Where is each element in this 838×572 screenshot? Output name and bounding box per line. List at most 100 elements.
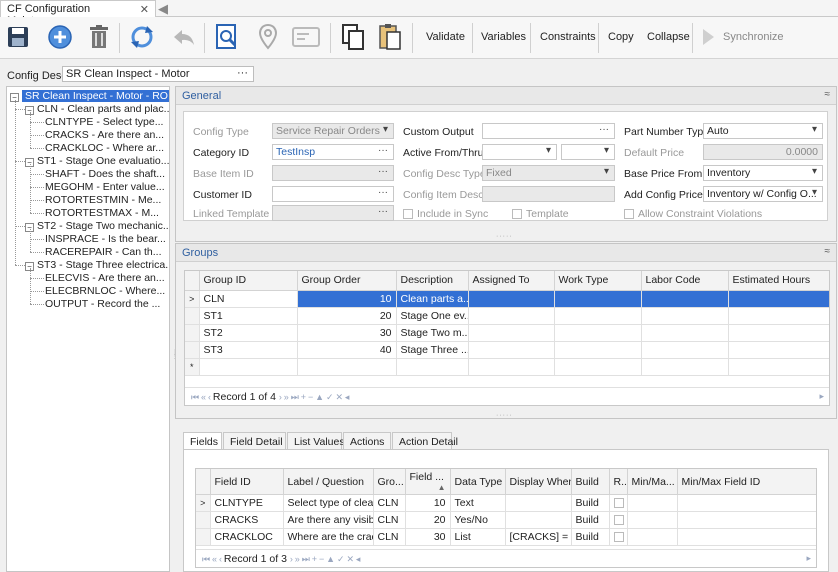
group-description-cell[interactable]: Stage One ev... (396, 307, 469, 325)
paste-icon[interactable] (376, 23, 404, 51)
field-label-cell[interactable]: Select type of cleaning ... (283, 494, 374, 512)
general-panel-header[interactable]: General ≈ (176, 87, 836, 105)
field-order-cell[interactable]: 30 (405, 528, 451, 546)
group-empty-cell[interactable] (641, 341, 729, 359)
group-empty-cell[interactable] (297, 358, 397, 376)
tree-field-node[interactable]: INSPRACE - Is the bear... (45, 232, 166, 246)
dropdown-arrow-icon[interactable]: ▾ (383, 124, 388, 135)
validate-button[interactable]: Validate (426, 31, 465, 43)
tree-field-node[interactable]: ELECBRNLOC - Where... (45, 284, 165, 298)
field-minmax-field-id-cell[interactable] (677, 511, 816, 529)
add-config-price-select[interactable]: Inventory w/ Config O... ▾ (703, 186, 823, 202)
nav-ok-icon[interactable]: ✓ (337, 554, 344, 564)
group-order-cell[interactable]: 30 (297, 324, 397, 342)
config-tree[interactable]: − SR Clean Inspect - Motor - RO − CLN - Cle… (6, 86, 170, 572)
tab-list-values[interactable]: List Values (287, 432, 345, 450)
field-minmax-cell[interactable] (627, 511, 678, 529)
config-item-desc-field[interactable] (482, 186, 615, 202)
field-group-cell[interactable]: CLN (373, 494, 406, 512)
variables-button[interactable]: Variables (481, 31, 526, 43)
group-id-cell[interactable]: ST3 (199, 341, 298, 359)
groups-column-header[interactable]: Estimated Hours (728, 271, 829, 291)
splitter-grip[interactable]: ····· (496, 412, 513, 419)
group-empty-cell[interactable] (554, 307, 642, 325)
field-minmax-cell[interactable] (627, 494, 678, 512)
copy-icon[interactable] (339, 23, 367, 51)
group-empty-cell[interactable] (468, 358, 555, 376)
dropdown-arrow-icon[interactable]: ▾ (812, 187, 817, 198)
active-from-date[interactable]: ▾ (482, 144, 557, 160)
group-empty-cell[interactable] (641, 307, 729, 325)
field-required-cell[interactable] (609, 528, 628, 546)
nav-prev-icon[interactable]: ‹ (208, 392, 211, 402)
fields-column-header[interactable]: Display When (505, 469, 572, 495)
groups-row[interactable]: ST2 30 Stage Two m... (185, 324, 829, 342)
group-order-cell[interactable]: 40 (297, 341, 397, 359)
fields-column-header[interactable]: Field ID (210, 469, 284, 495)
fields-column-header[interactable]: Data Type (450, 469, 506, 495)
group-description-cell[interactable]: Stage Three ... (396, 341, 469, 359)
field-build-cell[interactable]: Build (571, 511, 610, 529)
tree-field-node[interactable]: ROTORTESTMIN - Me... (45, 193, 161, 207)
tree-field-node[interactable]: CRACKLOC - Where ar... (45, 141, 164, 155)
tree-field-node[interactable]: MEGOHM - Enter value... (45, 180, 165, 194)
fields-column-header[interactable]: Min/Ma... (627, 469, 678, 495)
fields-record-navigator[interactable]: ⏮ « ‹ Record 1 of 3 › » ⏭ + − ▲ ✓ ✕ ◂ ▸ (196, 549, 816, 567)
group-empty-cell[interactable] (554, 290, 642, 308)
group-empty-cell[interactable] (396, 358, 469, 376)
group-description-cell[interactable]: Clean parts a... (396, 290, 469, 308)
tree-field-node[interactable]: ROTORTESTMAX - M... (45, 206, 159, 220)
field-order-cell[interactable]: 20 (405, 511, 451, 529)
group-empty-cell[interactable] (554, 341, 642, 359)
part-number-type-select[interactable]: Auto ▾ (703, 123, 823, 139)
custom-output-field[interactable]: ··· (482, 123, 615, 139)
config-desc-field[interactable]: SR Clean Inspect - Motor ··· (62, 66, 254, 82)
synchronize-icon[interactable] (698, 23, 718, 51)
allow-constraint-violations-box[interactable] (624, 209, 634, 219)
dropdown-arrow-icon[interactable]: ▾ (812, 124, 817, 135)
group-order-cell[interactable]: 10 (297, 290, 397, 308)
field-label-cell[interactable]: Are there any visible cr... (283, 511, 374, 529)
tree-group-node[interactable]: − ST1 - Stage One evaluatio... (25, 154, 169, 168)
groups-grid[interactable]: Group ID Group Order Description Assigned T… (184, 270, 830, 406)
field-data-type-cell[interactable]: List (450, 528, 506, 546)
nav-prev-icon[interactable]: ‹ (219, 554, 222, 564)
groups-column-header[interactable]: Work Type (554, 271, 642, 291)
back-arrow-icon[interactable]: ◀ (158, 1, 168, 17)
nav-cancel-icon[interactable]: ✕ (335, 392, 342, 402)
nav-up-icon[interactable]: ▲ (326, 554, 335, 564)
copy-button[interactable]: Copy (608, 31, 634, 43)
fields-row[interactable]: CRACKLOCWhere are the cracks l...CLN30Li… (196, 528, 816, 546)
group-empty-cell[interactable] (728, 341, 829, 359)
nav-ok-icon[interactable]: ✓ (326, 392, 333, 402)
include-in-sync-box[interactable] (403, 209, 413, 219)
groups-row[interactable]: ST3 40 Stage Three ... (185, 341, 829, 359)
linked-template-field[interactable]: ··· (272, 205, 394, 221)
groups-record-navigator[interactable]: ⏮ « ‹ Record 1 of 4 › » ⏭ + − ▲ ✓ ✕ ◂ ▸ (185, 387, 829, 405)
fields-grid[interactable]: Field ID Label / Question Gro... Field ... ▲… (195, 468, 817, 568)
field-build-cell[interactable]: Build (571, 494, 610, 512)
nav-next-page-icon[interactable]: » (284, 392, 289, 402)
collapse-chevron-icon[interactable]: ≈ (825, 89, 831, 100)
vertical-splitter[interactable]: ⋮⋮ (171, 86, 178, 572)
field-display-when-cell[interactable] (505, 494, 572, 512)
nav-next-icon[interactable]: › (279, 392, 282, 402)
include-in-sync-checkbox[interactable]: Include in Sync (403, 208, 488, 220)
tree-group-node[interactable]: − ST3 - Stage Three electrica... (25, 258, 169, 272)
field-id-cell[interactable]: CRACKLOC (210, 528, 284, 546)
tree-root[interactable]: − SR Clean Inspect - Motor - RO (10, 89, 169, 103)
required-checkbox[interactable] (613, 498, 624, 508)
active-thru-date[interactable]: ▾ (561, 144, 615, 160)
nav-add-icon[interactable]: + (301, 392, 306, 402)
field-id-cell[interactable]: CLNTYPE (210, 494, 284, 512)
group-empty-cell[interactable] (468, 341, 555, 359)
nav-prev-page-icon[interactable]: « (201, 392, 206, 402)
fields-column-header[interactable]: R... (609, 469, 628, 495)
required-checkbox[interactable] (613, 515, 624, 525)
tree-field-node[interactable]: SHAFT - Does the shaft... (45, 167, 165, 181)
nav-add-icon[interactable]: + (312, 554, 317, 564)
group-id-cell[interactable]: CLN (199, 290, 298, 308)
field-label-cell[interactable]: Where are the cracks l... (283, 528, 374, 546)
scroll-right-icon[interactable]: ▸ (806, 553, 810, 564)
group-empty-cell[interactable] (554, 324, 642, 342)
